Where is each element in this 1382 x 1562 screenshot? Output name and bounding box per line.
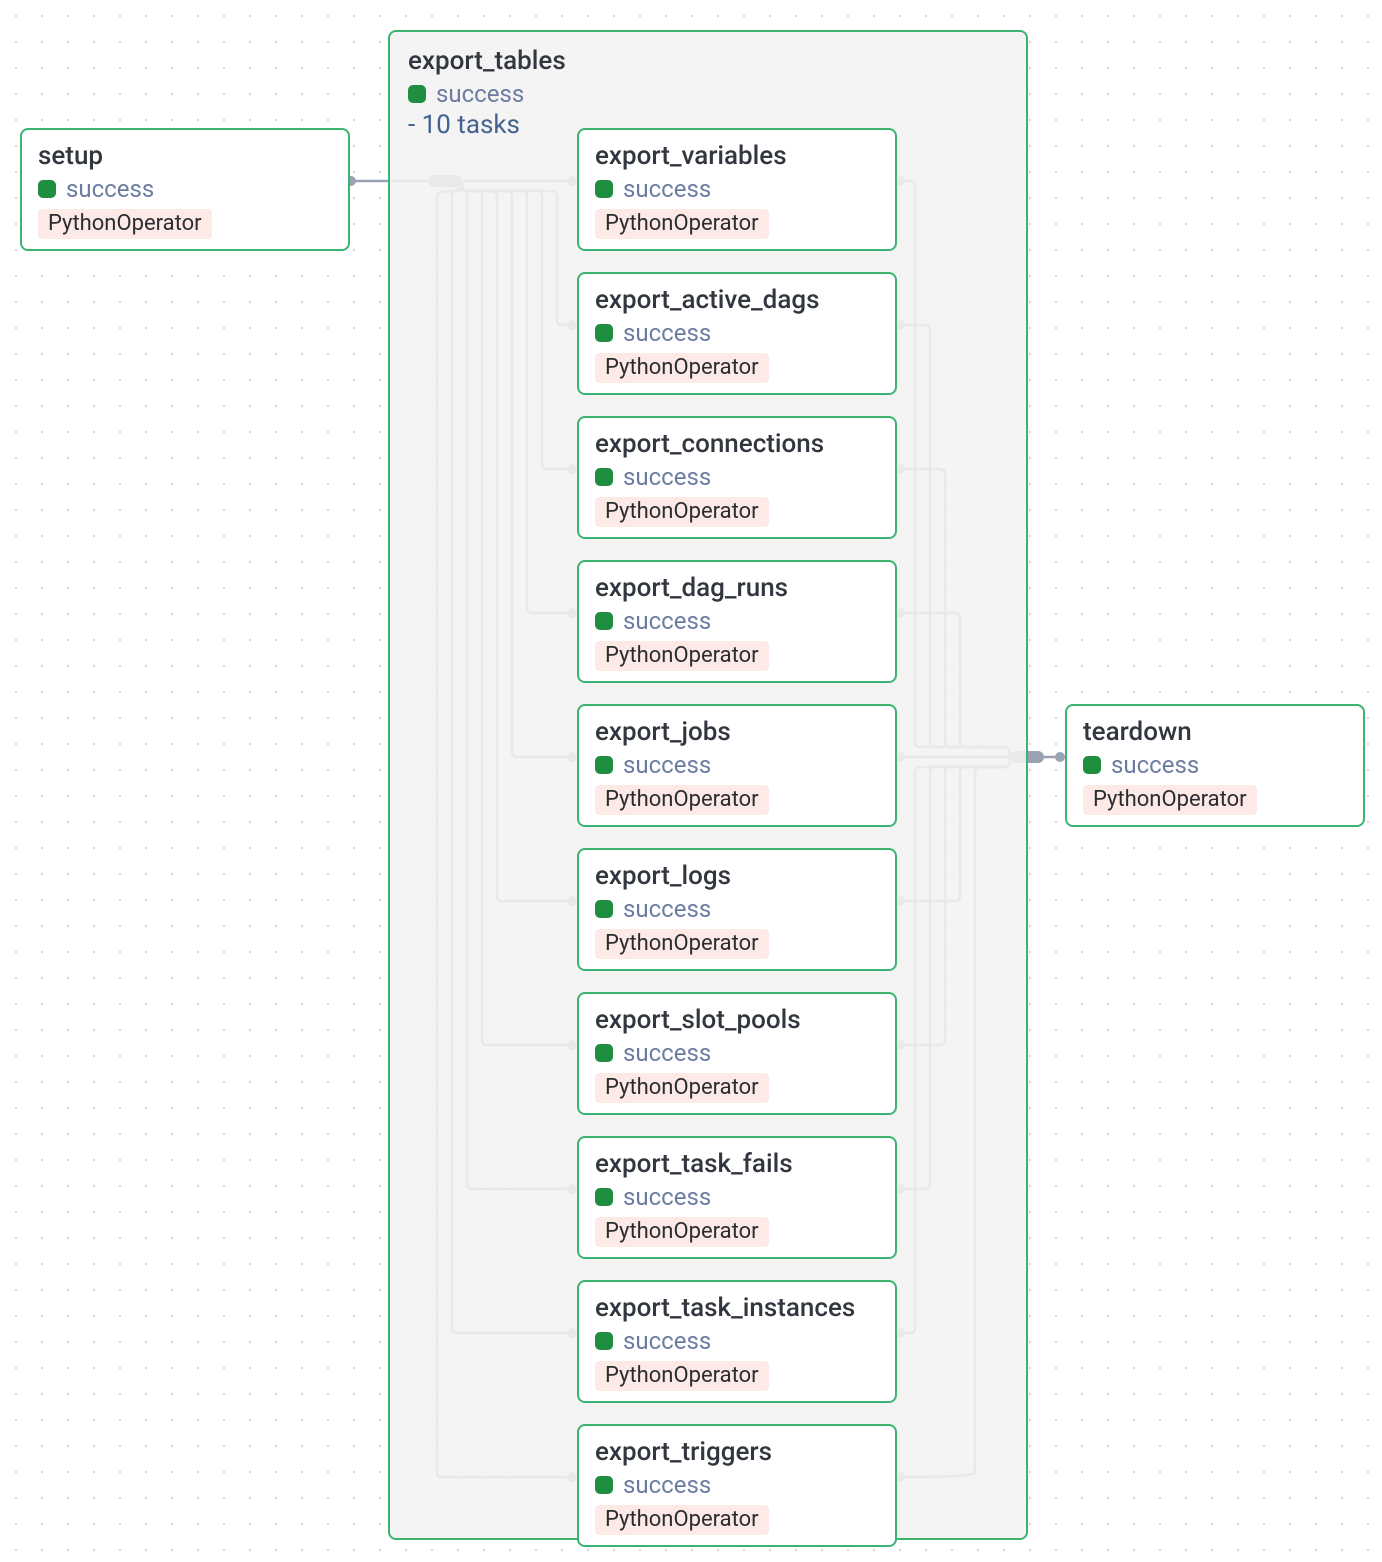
status-text: success	[623, 895, 711, 923]
status-row: success	[595, 463, 879, 491]
task-export-connections[interactable]: export_connections success PythonOperato…	[577, 416, 897, 539]
operator-badge: PythonOperator	[595, 785, 769, 815]
task-title: export_connections	[595, 428, 879, 461]
task-title: setup	[38, 140, 332, 173]
operator-badge: PythonOperator	[595, 1505, 769, 1535]
task-title: teardown	[1083, 716, 1347, 749]
task-title: export_slot_pools	[595, 1004, 879, 1037]
task-title: export_jobs	[595, 716, 879, 749]
status-square-icon	[595, 468, 613, 486]
task-export-variables[interactable]: export_variables success PythonOperator	[577, 128, 897, 251]
operator-badge: PythonOperator	[1083, 785, 1257, 815]
status-square-icon	[595, 1476, 613, 1494]
task-title: export_variables	[595, 140, 879, 173]
status-square-icon	[595, 756, 613, 774]
operator-badge: PythonOperator	[595, 353, 769, 383]
status-square-icon	[595, 1188, 613, 1206]
operator-badge: PythonOperator	[595, 1217, 769, 1247]
status-text: success	[623, 607, 711, 635]
status-square-icon	[1083, 756, 1101, 774]
status-square-icon	[595, 1044, 613, 1062]
task-export-logs[interactable]: export_logs success PythonOperator	[577, 848, 897, 971]
task-title: export_dag_runs	[595, 572, 879, 605]
task-title: export_task_fails	[595, 1148, 879, 1181]
status-row: success	[595, 607, 879, 635]
operator-badge: PythonOperator	[595, 929, 769, 959]
task-export-jobs[interactable]: export_jobs success PythonOperator	[577, 704, 897, 827]
status-text: success	[623, 1039, 711, 1067]
operator-badge: PythonOperator	[595, 497, 769, 527]
operator-badge: PythonOperator	[595, 1361, 769, 1391]
status-row: success	[1083, 751, 1347, 779]
status-text: success	[623, 1471, 711, 1499]
status-row: success	[595, 1039, 879, 1067]
status-square-icon	[595, 612, 613, 630]
operator-badge: PythonOperator	[38, 209, 212, 239]
status-text: success	[623, 1183, 711, 1211]
operator-badge: PythonOperator	[595, 641, 769, 671]
task-export-triggers[interactable]: export_triggers success PythonOperator	[577, 1424, 897, 1547]
status-row: success	[595, 1471, 879, 1499]
task-export-active-dags[interactable]: export_active_dags success PythonOperato…	[577, 272, 897, 395]
status-text: success	[436, 80, 524, 108]
dag-graph-canvas[interactable]: setup success PythonOperator export_tabl…	[0, 0, 1382, 1562]
status-text: success	[1111, 751, 1199, 779]
task-teardown[interactable]: teardown success PythonOperator	[1065, 704, 1365, 827]
status-square-icon	[38, 180, 56, 198]
status-text: success	[623, 751, 711, 779]
status-row: success	[595, 751, 879, 779]
status-text: success	[623, 319, 711, 347]
status-square-icon	[595, 1332, 613, 1350]
status-row: success	[595, 175, 879, 203]
task-title: export_logs	[595, 860, 879, 893]
status-square-icon	[595, 900, 613, 918]
task-export-slot-pools[interactable]: export_slot_pools success PythonOperator	[577, 992, 897, 1115]
status-square-icon	[595, 324, 613, 342]
status-text: success	[623, 175, 711, 203]
status-row: success	[38, 175, 332, 203]
task-title: export_triggers	[595, 1436, 879, 1469]
task-title: export_active_dags	[595, 284, 879, 317]
task-export-task-fails[interactable]: export_task_fails success PythonOperator	[577, 1136, 897, 1259]
status-text: success	[623, 463, 711, 491]
status-text: success	[66, 175, 154, 203]
operator-badge: PythonOperator	[595, 209, 769, 239]
status-square-icon	[595, 180, 613, 198]
status-row: success	[595, 895, 879, 923]
task-title: export_task_instances	[595, 1292, 879, 1325]
status-row: success	[595, 1183, 879, 1211]
status-square-icon	[408, 85, 426, 103]
status-row: success	[408, 80, 1008, 108]
group-title: export_tables	[408, 46, 1008, 76]
status-row: success	[595, 319, 879, 347]
status-row: success	[595, 1327, 879, 1355]
task-export-task-instances[interactable]: export_task_instances success PythonOper…	[577, 1280, 897, 1403]
status-text: success	[623, 1327, 711, 1355]
operator-badge: PythonOperator	[595, 1073, 769, 1103]
task-setup[interactable]: setup success PythonOperator	[20, 128, 350, 251]
task-export-dag-runs[interactable]: export_dag_runs success PythonOperator	[577, 560, 897, 683]
